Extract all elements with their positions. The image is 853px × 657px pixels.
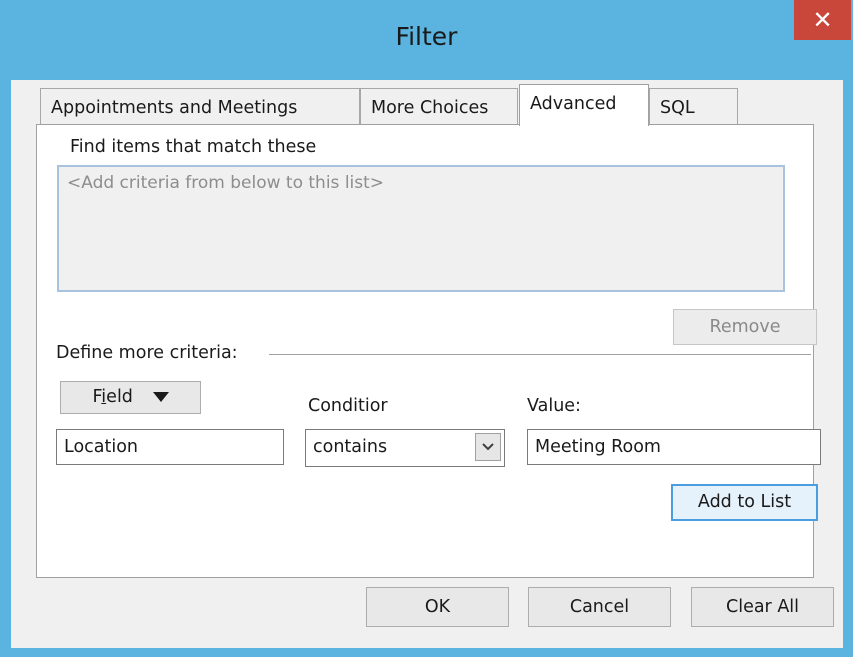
remove-button-label: Remove xyxy=(709,317,781,337)
tab-label: Appointments and Meetings xyxy=(51,98,298,118)
cancel-button-label: Cancel xyxy=(569,597,630,617)
value-label: Value: xyxy=(527,396,581,416)
field-input[interactable]: Location xyxy=(56,429,284,465)
tab-label: SQL xyxy=(660,98,695,118)
ok-button-label: OK xyxy=(424,597,451,617)
find-items-label: Find items that match these xyxy=(70,137,317,157)
close-icon: ✕ xyxy=(812,6,833,34)
tab-advanced[interactable]: Advanced xyxy=(519,84,649,126)
dialog-client-area: Appointments and Meetings More Choices A… xyxy=(11,80,843,648)
clear-all-button[interactable]: Clear All xyxy=(691,587,834,627)
field-button[interactable]: Field xyxy=(60,381,201,414)
advanced-tab-panel: Find items that match these <Add criteri… xyxy=(36,124,821,578)
divider xyxy=(269,354,811,355)
condition-label: Conditior xyxy=(308,396,388,416)
tab-label: More Choices xyxy=(371,98,489,118)
tab-sql[interactable]: SQL xyxy=(649,88,738,126)
title-bar[interactable]: Filter ✕ xyxy=(0,0,853,80)
field-input-value: Location xyxy=(64,437,139,457)
add-to-list-button[interactable]: Add to List xyxy=(671,484,818,521)
tab-appointments-and-meetings[interactable]: Appointments and Meetings xyxy=(40,88,360,126)
close-button[interactable]: ✕ xyxy=(794,0,851,40)
condition-select-value: contains xyxy=(313,437,388,457)
dialog-title: Filter xyxy=(395,22,458,51)
value-input[interactable]: Meeting Room xyxy=(527,429,821,465)
tab-label: Advanced xyxy=(530,94,617,114)
condition-select[interactable]: contains xyxy=(305,429,505,467)
value-input-value: Meeting Room xyxy=(535,437,661,457)
define-criteria-label: Define more criteria: xyxy=(56,343,238,363)
ok-button[interactable]: OK xyxy=(366,587,509,627)
field-button-label: Field xyxy=(92,387,133,407)
cancel-button[interactable]: Cancel xyxy=(528,587,671,627)
clear-all-button-label: Clear All xyxy=(725,597,800,617)
remove-button[interactable]: Remove xyxy=(673,309,817,345)
triangle-down-icon xyxy=(152,392,169,402)
tab-more-choices[interactable]: More Choices xyxy=(360,88,518,126)
chevron-down-icon[interactable] xyxy=(475,433,501,461)
add-to-list-label: Add to List xyxy=(697,492,792,512)
criteria-placeholder: <Add criteria from below to this list> xyxy=(67,173,385,193)
filter-dialog: Filter ✕ Appointments and Meetings More … xyxy=(0,0,853,657)
criteria-list[interactable]: <Add criteria from below to this list> xyxy=(57,165,785,292)
